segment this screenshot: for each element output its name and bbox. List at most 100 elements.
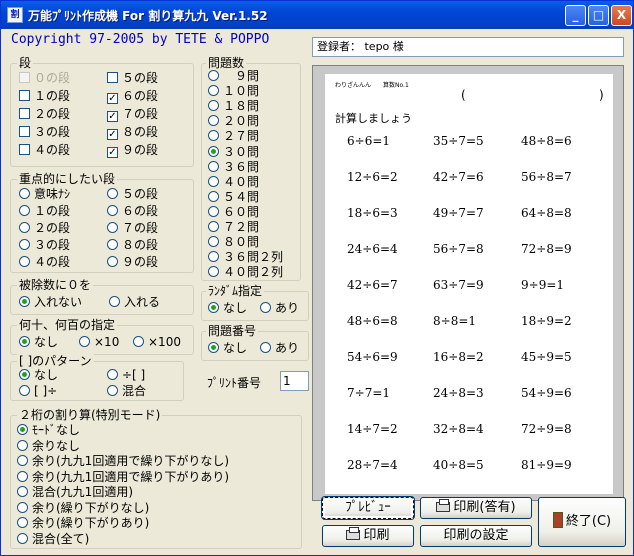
dan-option-9[interactable]: ✓ ９の段 [107, 142, 158, 158]
dan-option-label: ７の段 [122, 107, 159, 121]
pattern-option-label: ÷[ ] [122, 368, 146, 382]
count-option-9[interactable]: ６０問 [208, 204, 259, 220]
dan-option-label: ２の段 [34, 107, 71, 121]
zero-option-1[interactable]: 入れる [109, 294, 160, 310]
focus-option-9[interactable]: ９の段 [107, 254, 158, 270]
pattern-option-2[interactable]: ÷[ ] [107, 367, 145, 383]
registered-user: 登録者： tepo 様 [312, 37, 624, 57]
multiple-legend: 何十、何百の指定 [17, 318, 118, 332]
focus-option-7[interactable]: ７の段 [107, 220, 158, 236]
count-option-10[interactable]: ７２問 [208, 219, 259, 235]
preview-button[interactable]: ﾌﾟﾚﾋﾞｭｰ [322, 497, 414, 519]
count-option-7[interactable]: ４０問 [208, 174, 259, 190]
print-button[interactable]: 印刷 [322, 525, 414, 547]
multiple-option-label: ×100 [148, 335, 181, 349]
count-option-4[interactable]: ２７問 [208, 128, 259, 144]
multiple-option-2[interactable]: ×100 [133, 334, 181, 350]
count-option-8[interactable]: ５４問 [208, 189, 259, 205]
twodigit-option-1[interactable]: 余りなし [17, 438, 80, 454]
pattern-option-3[interactable]: 混合 [107, 383, 146, 399]
numbering-option-0[interactable]: なし [208, 340, 247, 356]
preview-problem: 56÷8=7 [521, 170, 572, 184]
numbering-legend: 問題番号 [206, 324, 259, 338]
checkbox-icon [19, 144, 30, 155]
random-option-1[interactable]: あり [260, 300, 299, 316]
print-settings-button[interactable]: 印刷の設定 [420, 525, 532, 547]
twodigit-option-7[interactable]: 混合(全て) [17, 531, 89, 547]
zero-option-0[interactable]: 入れない [19, 294, 82, 310]
focus-group: 重点的にしたい段 意味ﾅｼ １の段 ２の段 ３の段 ４の段 ５の段 ６の段 ７の段 ８の段 ９の段 [10, 172, 194, 273]
preview-instruction: 計算しましょう [335, 112, 412, 125]
focus-option-0[interactable]: 意味ﾅｼ [19, 186, 70, 202]
random-option-0[interactable]: なし [208, 300, 247, 316]
numbering-option-1[interactable]: あり [260, 340, 299, 356]
focus-option-8[interactable]: ８の段 [107, 237, 158, 253]
multiple-option-0[interactable]: なし [19, 334, 58, 350]
dan-legend: 段 [17, 56, 34, 70]
count-option-13[interactable]: ４０問２列 [208, 264, 283, 280]
title-bar[interactable]: 割 万能ﾌﾟﾘﾝﾄ作成機 For 割り算九九 Ver.1.52 _ □ X [1, 1, 633, 29]
maximize-button[interactable]: □ [588, 5, 609, 26]
preview-problem: 54÷6=9 [347, 350, 398, 364]
pattern-option-1[interactable]: [ ]÷ [19, 383, 57, 399]
numbering-option-label: あり [275, 341, 300, 355]
dan-group: 段 ０の段 １の段 ２の段 ３の段 ４の段 ５の段 ✓ ６の段 ✓ ７の段 ✓ ８の段 ✓ ９の段 [10, 56, 194, 167]
count-option-1[interactable]: １０問 [208, 83, 259, 99]
print-with-answer-button[interactable]: 印刷(答有) [420, 497, 532, 519]
focus-option-3[interactable]: ３の段 [19, 237, 70, 253]
radio-icon [208, 115, 219, 127]
pattern-option-label: なし [34, 368, 59, 382]
focus-option-1[interactable]: １の段 [19, 203, 70, 219]
count-option-3[interactable]: ２０問 [208, 113, 259, 129]
count-option-12[interactable]: ３６問２列 [208, 249, 283, 265]
count-option-2[interactable]: １８問 [208, 98, 259, 114]
dan-option-7[interactable]: ✓ ７の段 [107, 106, 158, 122]
twodigit-option-6[interactable]: 余り(繰り下がりあり) [17, 515, 149, 531]
twodigit-option-4[interactable]: 混合(九九1回適用) [17, 484, 133, 500]
dan-option-2[interactable]: ２の段 [19, 106, 70, 122]
multiple-option-1[interactable]: ×10 [79, 334, 119, 350]
dan-option-1[interactable]: １の段 [19, 88, 70, 104]
printer-icon [436, 499, 451, 512]
print-number-input[interactable]: 1 [280, 371, 309, 391]
dan-option-label: １の段 [34, 89, 71, 103]
twodigit-option-5[interactable]: 余り(繰り下がりなし) [17, 500, 149, 516]
dan-option-5[interactable]: ５の段 [107, 70, 158, 86]
zero-option-label: 入れる [124, 295, 161, 309]
count-group: 問題数 ９問 １０問 １８問 ２０問 ２７問 ３０問 ３６問 ４０問 ５４問 ６０問 ７２問 ８０問 ３… [201, 56, 301, 281]
count-option-5[interactable]: ３０問 [208, 144, 259, 160]
focus-option-5[interactable]: ５の段 [107, 186, 158, 202]
checkbox-checked-icon: ✓ [107, 147, 118, 158]
preview-problem: 35÷7=5 [433, 134, 484, 148]
preview-problem: 16÷8=2 [433, 350, 484, 364]
focus-option-4[interactable]: ４の段 [19, 254, 70, 270]
pattern-option-0[interactable]: なし [19, 367, 58, 383]
count-option-11[interactable]: ８０問 [208, 234, 259, 250]
count-option-6[interactable]: ３６問 [208, 159, 259, 175]
radio-selected-icon [19, 296, 30, 307]
radio-icon [19, 239, 30, 250]
dan-option-6[interactable]: ✓ ６の段 [107, 88, 158, 104]
app-window: 割 万能ﾌﾟﾘﾝﾄ作成機 For 割り算九九 Ver.1.52 _ □ X Co… [0, 0, 634, 556]
radio-icon [19, 256, 30, 267]
radio-icon [19, 222, 30, 233]
twodigit-option-0[interactable]: ﾓｰﾄﾞなし [17, 422, 80, 438]
focus-option-label: 意味ﾅｼ [34, 187, 71, 201]
twodigit-option-2[interactable]: 余り(九九1回適用で繰り下がりなし) [17, 453, 229, 469]
focus-option-2[interactable]: ２の段 [19, 220, 70, 236]
dan-option-4[interactable]: ４の段 [19, 142, 70, 158]
dan-option-8[interactable]: ✓ ８の段 [107, 124, 158, 140]
preview-problem: 32÷8=4 [433, 422, 484, 436]
preview-problem: 45÷9=5 [521, 350, 572, 364]
dan-option-0[interactable]: ０の段 [19, 70, 70, 86]
preview-problem: 72÷8=9 [521, 242, 572, 256]
count-option-0[interactable]: ９問 [208, 68, 259, 84]
exit-button[interactable]: 終了(C) [538, 497, 626, 547]
dan-option-3[interactable]: ３の段 [19, 124, 70, 140]
dan-option-label: ８の段 [122, 125, 159, 139]
preview-problem: 81÷9=9 [521, 458, 572, 472]
focus-option-6[interactable]: ６の段 [107, 203, 158, 219]
close-button[interactable]: X [611, 5, 632, 26]
minimize-button[interactable]: _ [565, 5, 586, 26]
twodigit-option-3[interactable]: 余り(九九1回適用で繰り下がりあり) [17, 469, 229, 485]
